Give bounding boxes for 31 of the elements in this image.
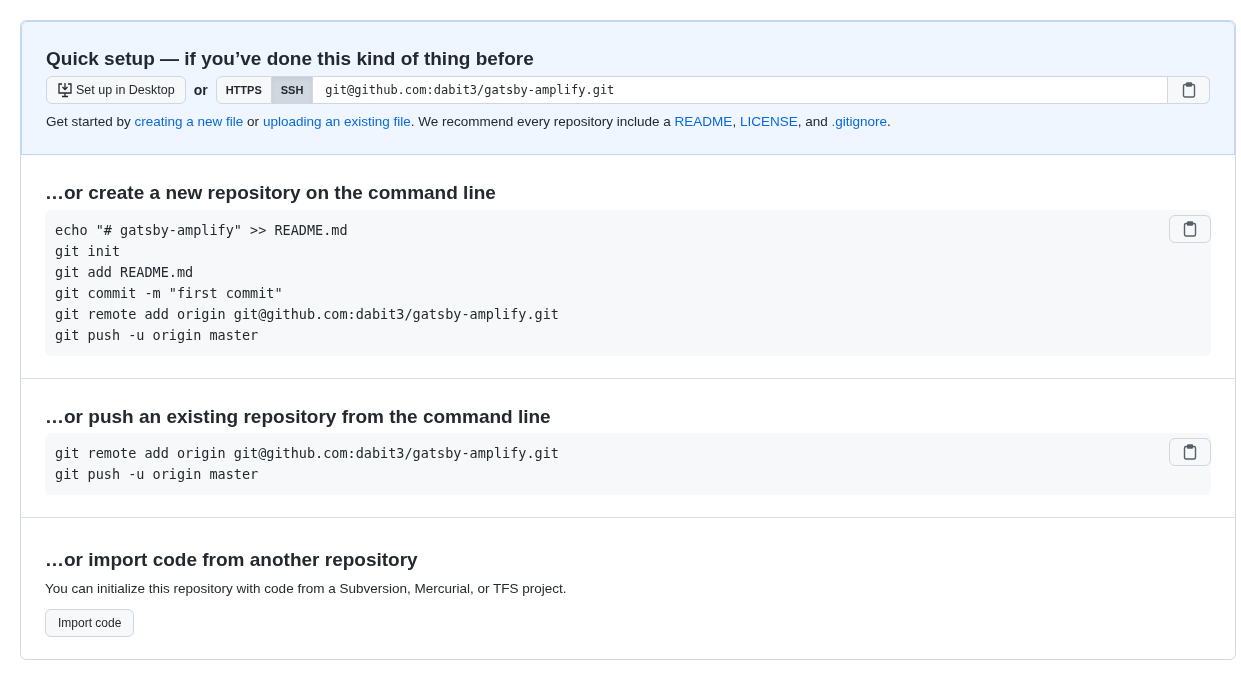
code-line: git init	[55, 241, 121, 261]
copy-button[interactable]	[1169, 214, 1211, 243]
copy-button[interactable]	[1168, 76, 1210, 104]
desktop-download-icon	[57, 82, 73, 98]
copy-button[interactable]	[1169, 438, 1211, 467]
section-heading: …or create a new repository on the command line	[45, 181, 497, 206]
text-link[interactable]: uploading an existing file	[262, 114, 411, 129]
clipboard-icon	[1183, 444, 1197, 461]
protocol-tab[interactable]: HTTPS	[215, 76, 272, 104]
text-link[interactable]: .gitignore	[831, 114, 887, 129]
getting-started-text: Get started by creating a new file or uploading an existing file. We recommend every repository include a README, LICENSE, and .gitignore.	[46, 113, 892, 131]
text-link[interactable]: creating a new file	[134, 114, 244, 129]
code-line: git push -u origin master	[55, 465, 259, 485]
code-line: echo "# gatsby-amplify" >> README.md	[55, 220, 348, 240]
code-line: git add README.md	[55, 262, 194, 282]
section-heading: …or import code from another repository	[45, 548, 418, 573]
text-link[interactable]: LICENSE	[739, 114, 798, 129]
code-line: git remote add origin git@github.com:dabit3/gatsby-amplify.git	[55, 304, 559, 324]
quick-setup-heading: Quick setup — if you’ve done this kind of thing before	[46, 47, 535, 71]
import-code-button[interactable]: Import code	[45, 609, 135, 637]
section-heading: …or push an existing repository from the command line	[45, 404, 552, 429]
set-up-in-desktop-button[interactable]: Set up in Desktop	[46, 76, 186, 104]
clipboard-icon	[1183, 220, 1197, 237]
code-line: git commit -m "first commit"	[55, 283, 283, 303]
clone-url-field[interactable]: git@github.com:dabit3/gatsby-amplify.git	[313, 76, 1168, 104]
protocol-tab[interactable]: SSH	[271, 76, 314, 104]
or-label: or	[193, 80, 208, 100]
code-line: git push -u origin master	[55, 325, 259, 345]
import-description: You can initialize this repository with code from a Subversion, Mercurial, or TFS project.	[45, 579, 567, 598]
code-line: git remote add origin git@github.com:dabit3/gatsby-amplify.git	[55, 444, 559, 464]
clipboard-icon	[1181, 82, 1196, 98]
